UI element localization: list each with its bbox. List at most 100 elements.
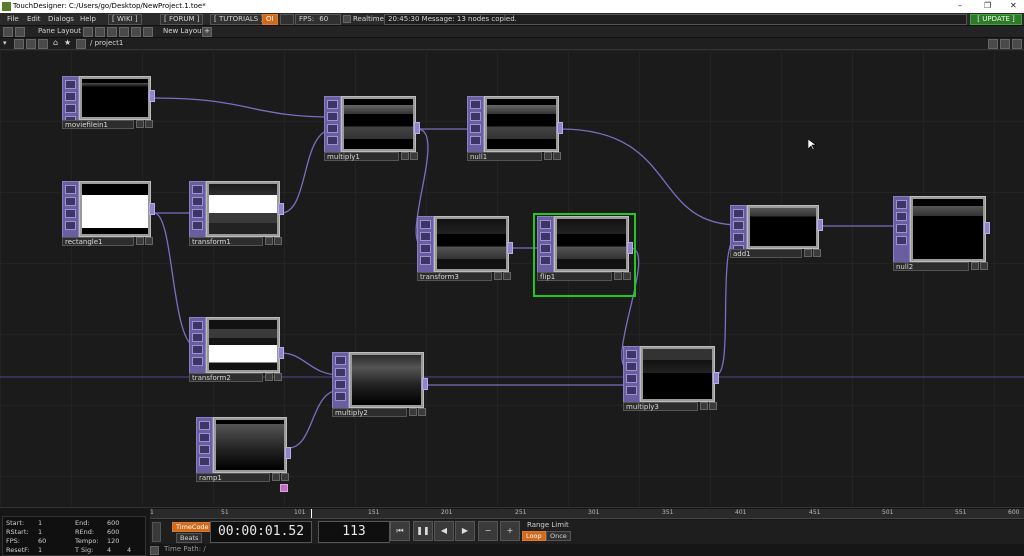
node-flags[interactable] [623,346,640,410]
add-node-button[interactable] [145,237,153,245]
viewer-toggle[interactable] [136,237,144,245]
once-button[interactable]: Once [546,531,571,541]
add-node-button[interactable] [553,152,561,160]
node-flags[interactable] [196,417,213,481]
forum-button[interactable]: [ FORUM ] [160,14,204,25]
new-layout-label[interactable]: New Layout [163,27,204,35]
pane-maximize-icon[interactable] [1000,39,1010,49]
output-connector[interactable] [713,372,719,384]
output-connector[interactable] [627,242,633,254]
output-connector[interactable] [285,447,291,459]
add-node-button[interactable] [813,249,821,257]
layout-5-icon[interactable] [131,27,141,37]
beats-button[interactable]: Beats [176,533,203,543]
update-button[interactable]: [ UPDATE ] [970,14,1022,25]
add-node-button[interactable] [145,120,153,128]
output-connector[interactable] [149,203,155,215]
viewer-toggle[interactable] [971,262,979,270]
layout-1-icon[interactable] [83,27,93,37]
node-flags[interactable] [467,96,484,160]
loop-button[interactable]: Loop [522,531,546,541]
node-flags[interactable] [324,96,341,160]
output-connector[interactable] [422,378,428,390]
output-connector[interactable] [278,203,284,215]
rewind-icon[interactable]: ⏮ [390,521,410,541]
home-icon[interactable]: ⌂ [53,38,58,47]
wiki-button[interactable]: [ WIKI ] [108,14,142,25]
start-value[interactable]: 1 [38,519,42,527]
play-icon[interactable]: ▶ [455,521,475,541]
timecode-display[interactable]: 00:00:01.52 [210,521,312,543]
node-flags[interactable] [189,317,206,381]
tsig-denominator[interactable]: 4 [127,546,131,554]
viewer-toggle[interactable] [700,402,708,410]
menu-file[interactable]: File [7,15,19,23]
close-icon[interactable]: ✕ [1010,1,1017,10]
add-node-button[interactable] [709,402,717,410]
timeline-ruler[interactable]: 1 51 101 151 201 251 301 351 401 451 501… [150,509,1024,519]
step-back-icon[interactable]: ◀ [434,521,454,541]
node-flags[interactable] [189,181,206,245]
node-flags[interactable] [893,196,910,270]
node-flags[interactable] [332,352,349,416]
pause-icon[interactable]: ❚❚ [413,521,433,541]
add-node-button[interactable] [274,237,282,245]
add-node-button[interactable] [410,152,418,160]
playhead[interactable] [311,509,312,518]
add-node-button[interactable] [418,408,426,416]
tempo-value[interactable]: 120 [107,537,119,545]
pane-close-icon[interactable] [1012,39,1022,49]
restore-icon[interactable]: ❐ [984,1,991,10]
viewer-toggle[interactable] [494,272,502,280]
star-icon[interactable]: ★ [64,38,71,47]
playbar-toggle[interactable] [152,522,161,542]
viewer-toggle[interactable] [265,237,273,245]
menu-edit[interactable]: Edit [27,15,41,23]
time-path[interactable]: Time Path: / [164,545,206,553]
viewer-toggle[interactable] [136,120,144,128]
node-flags[interactable] [537,216,554,280]
viewer-toggle[interactable] [401,152,409,160]
network-editor[interactable]: moviefilein1 rectangle1 transform1 trans… [0,50,1024,506]
bookmark-icon[interactable] [76,39,86,49]
node-flags[interactable] [417,216,434,280]
layout-6-icon[interactable] [143,27,153,37]
add-layout-icon[interactable]: + [202,27,212,37]
fps-stat-value[interactable]: 60 [38,537,46,545]
pane-menu-icon[interactable] [3,27,13,37]
back-icon[interactable] [26,39,36,49]
layout-4-icon[interactable] [119,27,129,37]
viewer-toggle[interactable] [804,249,812,257]
pane-split-icon[interactable] [15,27,25,37]
output-connector[interactable] [817,219,823,231]
step-minus-icon[interactable]: − [478,521,498,541]
viewer-toggle[interactable] [544,152,552,160]
menu-help[interactable]: Help [80,15,96,23]
viewer-toggle[interactable] [409,408,417,416]
pane-option-icon[interactable] [988,39,998,49]
add-node-button[interactable] [274,373,282,381]
timecode-button[interactable]: TimeCode [172,522,213,532]
forward-icon[interactable] [38,39,48,49]
end-value[interactable]: 600 [107,519,119,527]
rstart-value[interactable]: 1 [38,528,42,536]
step-plus-icon[interactable]: + [500,521,520,541]
menu-dialogs[interactable]: Dialogs [48,15,74,23]
output-connector[interactable] [278,347,284,359]
stop-icon[interactable] [14,39,24,49]
tsig-numerator[interactable]: 4 [107,546,111,554]
frame-display[interactable]: 113 [318,521,390,543]
viewer-toggle[interactable] [614,272,622,280]
pane-type-icon[interactable]: ▾ [3,39,7,47]
add-node-button[interactable] [503,272,511,280]
output-connector[interactable] [507,242,513,254]
pane-layout-label[interactable]: Pane Layout [38,27,81,35]
add-node-button[interactable] [623,272,631,280]
node-flags[interactable] [62,181,79,245]
output-connector[interactable] [414,122,420,134]
minimize-icon[interactable]: – [958,1,962,10]
output-connector[interactable] [149,90,155,102]
viewer-toggle[interactable] [265,373,273,381]
output-connector[interactable] [984,222,990,234]
ramp-flag-icon[interactable] [280,484,288,492]
